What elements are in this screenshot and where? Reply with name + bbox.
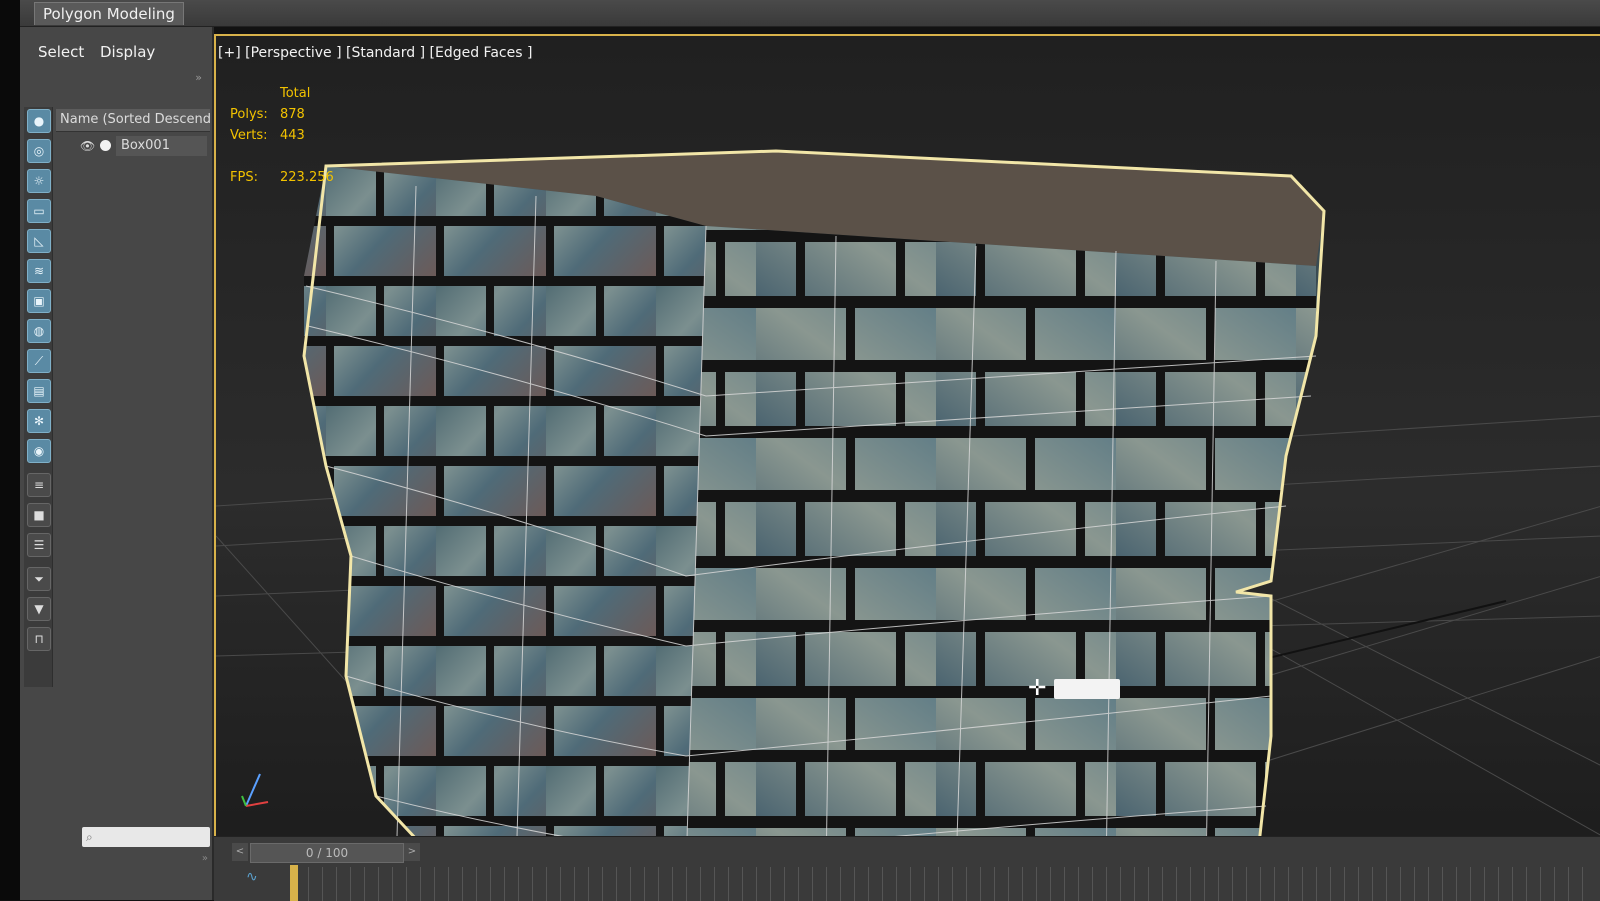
object-name: Box001: [116, 136, 207, 156]
curve-editor-icon[interactable]: ∿: [246, 869, 258, 885]
fps-value: 223.256: [280, 170, 334, 185]
fps-label: FPS:: [230, 170, 258, 185]
time-slider-bar: < 0 / 100 > ∿: [214, 836, 1600, 901]
verts-value: 443: [280, 128, 305, 143]
column-header-name[interactable]: Name (Sorted Descendin: [56, 109, 210, 132]
next-frame-button[interactable]: >: [404, 843, 420, 861]
container-icon[interactable]: ▤: [27, 379, 51, 403]
search-input[interactable]: [82, 827, 210, 847]
move-cursor-icon: ✛: [1028, 676, 1047, 701]
eye-icon[interactable]: 👁: [80, 135, 95, 157]
ribbon-bar: Polygon Modeling: [20, 0, 1600, 27]
stats-total-header: Total: [280, 86, 311, 101]
sphere-filter-icon[interactable]: ●: [27, 109, 51, 133]
menu-display[interactable]: Display: [100, 43, 155, 61]
monitor-bezel: [0, 0, 20, 900]
frozen-icon[interactable]: ✻: [27, 409, 51, 433]
funnel-icon[interactable]: ▼: [27, 597, 51, 621]
helper-icon[interactable]: ◺: [27, 229, 51, 253]
spacewarp-icon[interactable]: ≋: [27, 259, 51, 283]
filter-icon[interactable]: ⏷: [27, 567, 51, 591]
geometry-icon[interactable]: ◎: [27, 139, 51, 163]
ribbon-tab-polygon-modeling[interactable]: Polygon Modeling: [34, 2, 184, 25]
explorer-menu-bar: Select Display: [20, 35, 212, 69]
polys-value: 878: [280, 107, 305, 122]
time-slider[interactable]: 0 / 100: [250, 843, 404, 863]
cursor-tooltip: [1054, 679, 1120, 699]
light-icon[interactable]: ☼: [27, 169, 51, 193]
list-icon[interactable]: ≡: [27, 473, 51, 497]
perspective-viewport[interactable]: [+] [Perspective ] [Standard ] [Edged Fa…: [214, 34, 1600, 871]
axis-tripod-icon: [241, 773, 269, 807]
verts-label: Verts:: [230, 128, 268, 143]
polys-label: Polys:: [230, 107, 268, 122]
explorer-filter-toolbar: ● ◎ ☼ ▭ ◺ ≋ ▣ ◍ ⟋ ▤ ✻ ◉ ≡ ■ ☰ ⏷ ▼ ⊓: [24, 107, 53, 687]
scene-explorer: Select Display » ● ◎ ☼ ▭ ◺ ≋ ▣ ◍ ⟋ ▤ ✻ ◉…: [20, 27, 214, 900]
camera-icon[interactable]: ▭: [27, 199, 51, 223]
render-toggle-icon[interactable]: [100, 140, 111, 151]
xref-icon[interactable]: ◍: [27, 319, 51, 343]
bone-icon[interactable]: ⟋: [27, 349, 51, 373]
collapse-arrows-icon[interactable]: »: [195, 71, 202, 84]
box001-mesh: [302, 149, 1326, 871]
previous-frame-button[interactable]: <: [232, 843, 248, 861]
group-icon[interactable]: ▣: [27, 289, 51, 313]
list-item[interactable]: 👁 Box001: [56, 135, 207, 157]
menu-select[interactable]: Select: [38, 43, 84, 61]
track-bar[interactable]: [294, 867, 1594, 901]
properties-icon[interactable]: ☰: [27, 533, 51, 557]
current-frame-marker[interactable]: [290, 865, 298, 901]
viewport-label-menu[interactable]: [+] [Perspective ] [Standard ] [Edged Fa…: [218, 45, 532, 61]
select-all-icon[interactable]: ■: [27, 503, 51, 527]
hidden-icon[interactable]: ◉: [27, 439, 51, 463]
layer-icon[interactable]: ⊓: [27, 627, 51, 651]
expand-arrows-icon[interactable]: »: [202, 853, 208, 864]
